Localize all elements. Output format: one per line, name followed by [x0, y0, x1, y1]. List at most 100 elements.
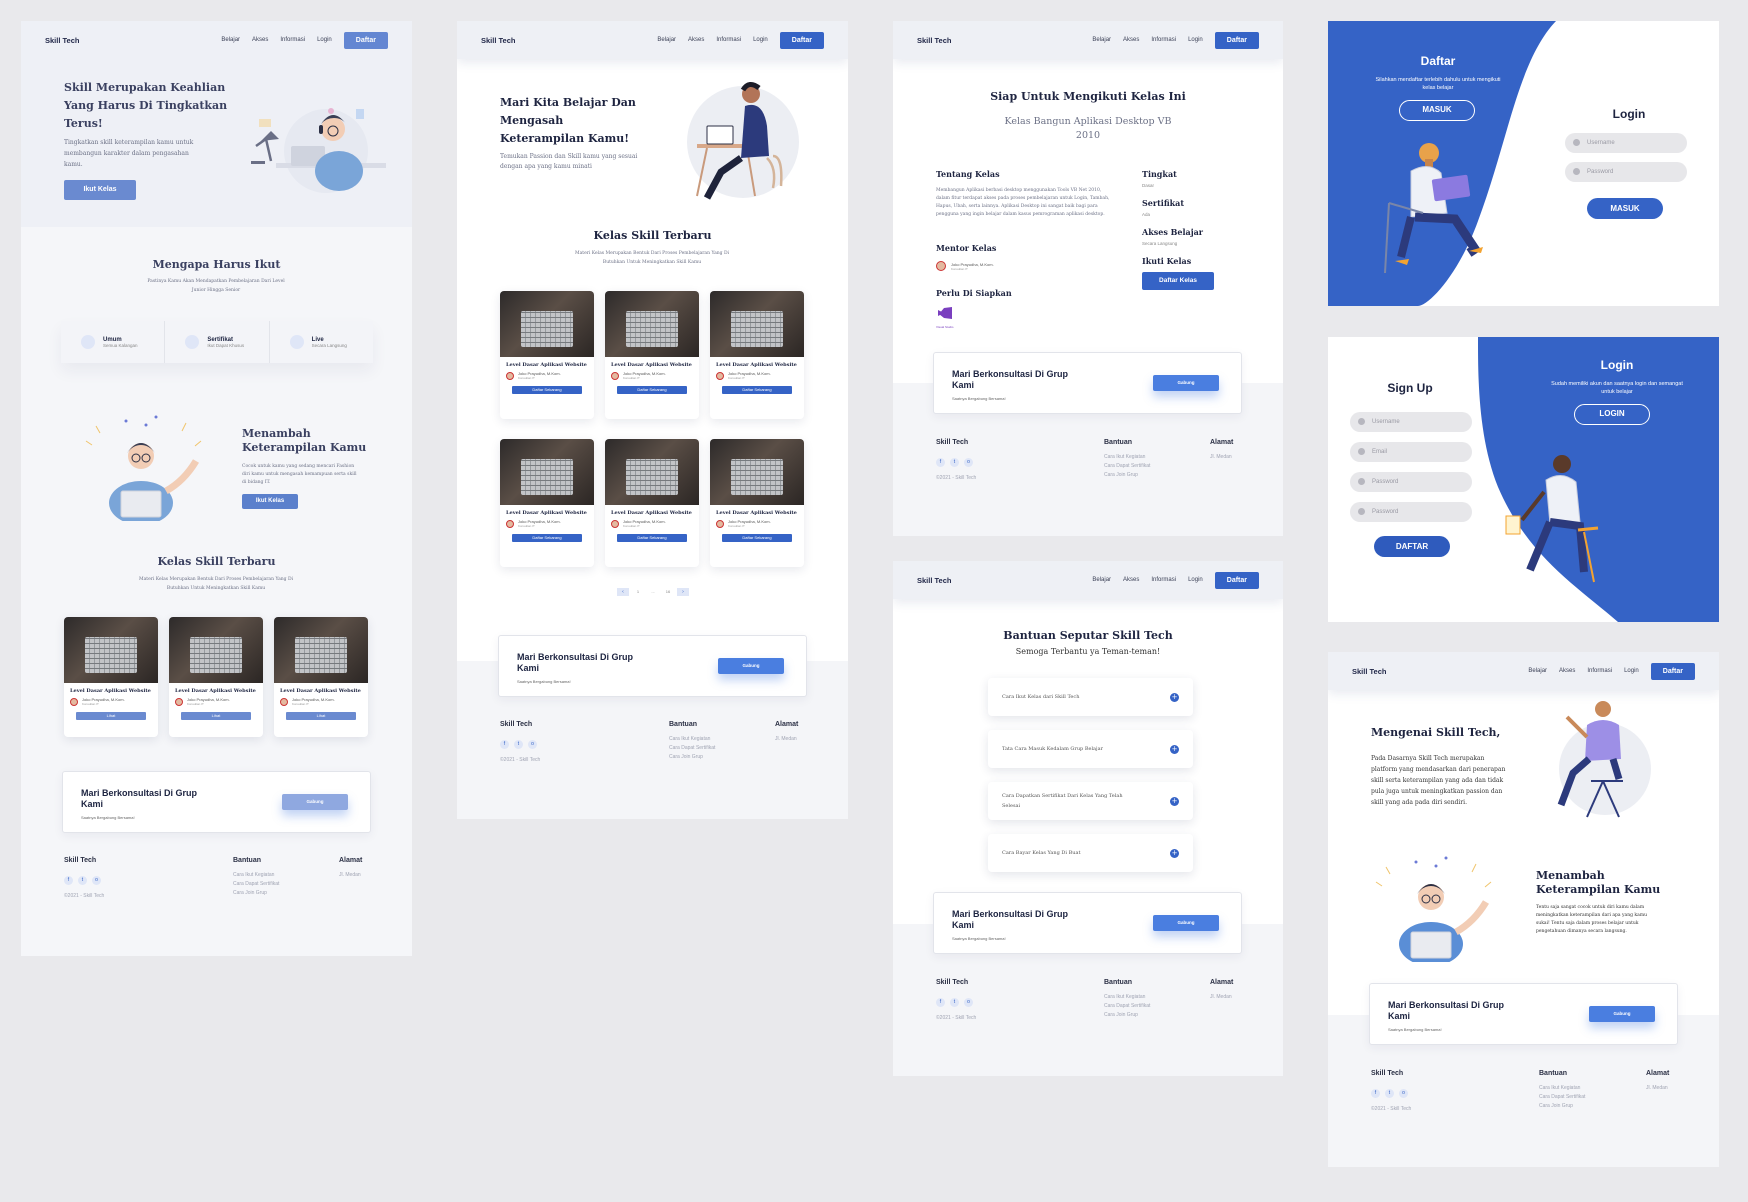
instagram-icon[interactable]: o — [1399, 1089, 1408, 1098]
daftar-sekarang-button[interactable]: Daftar Sekarang — [616, 386, 688, 394]
faq-item[interactable]: Cara Dapatkan Sertifikat Dari Kelas Yang… — [988, 782, 1193, 820]
page-next[interactable]: › — [677, 588, 689, 596]
nav-daftar-button[interactable]: Daftar — [343, 31, 388, 49]
nav-login[interactable]: Login — [1188, 37, 1203, 43]
email-input[interactable]: Email — [1350, 442, 1472, 462]
gabung-button[interactable]: Gabung — [282, 794, 348, 810]
about-text: Membangun Aplikasi berbasi desktop mengg… — [936, 188, 1110, 217]
instagram-icon[interactable]: o — [92, 876, 101, 885]
page-prev[interactable]: ‹ — [617, 588, 629, 596]
twitter-icon[interactable]: t — [950, 458, 959, 467]
nav-akses[interactable]: Akses — [1123, 577, 1139, 583]
course-card[interactable]: Level Dasar Aplikasi Website Joko Prayudh… — [500, 291, 594, 419]
nav-informasi[interactable]: Informasi — [280, 37, 305, 43]
faq-item[interactable]: Cara Bayar Kelas Yang Di Buat + — [988, 834, 1193, 872]
daftar-sekarang-button[interactable]: Daftar Sekarang — [511, 534, 583, 542]
plus-icon[interactable]: + — [1170, 744, 1179, 754]
brand-logo[interactable]: Skill Tech — [917, 36, 951, 45]
nav-belajar[interactable]: Belajar — [1092, 577, 1111, 583]
login-form-title: Login — [1612, 107, 1646, 121]
instagram-icon[interactable]: o — [964, 998, 973, 1007]
twitter-icon[interactable]: t — [950, 998, 959, 1007]
nav-informasi[interactable]: Informasi — [1587, 668, 1612, 674]
nav-belajar[interactable]: Belajar — [221, 37, 240, 43]
daftar-sekarang-button[interactable]: Daftar Sekarang — [616, 534, 688, 542]
confirm-password-input[interactable]: Password — [1350, 502, 1472, 522]
plus-icon[interactable]: + — [1170, 796, 1179, 806]
course-card[interactable]: Level Dasar Aplikasi Website Joko Prayudh… — [500, 439, 594, 567]
course-card[interactable]: Level Dasar Aplikasi Website Joko Prayudh… — [710, 439, 804, 567]
nav-login[interactable]: Login — [317, 37, 332, 43]
course-card[interactable]: Level Dasar Aplikasi Website Joko Prayudh… — [605, 439, 699, 567]
course-card[interactable]: Level Dasar Aplikasi Website Joko Prayud… — [274, 617, 368, 737]
login-outline-button[interactable]: LOGIN — [1574, 404, 1650, 425]
nav-belajar[interactable]: Belajar — [1528, 668, 1547, 674]
lihat-button[interactable]: Lihat — [180, 712, 252, 720]
brand-logo[interactable]: Skill Tech — [45, 36, 79, 45]
skill-text: Tentu saja sangat cocok untuk diri kamu … — [1536, 905, 1648, 934]
course-photo — [64, 617, 158, 683]
brand-logo[interactable]: Skill Tech — [917, 576, 951, 585]
masuk-outline-button[interactable]: MASUK — [1399, 100, 1475, 121]
gabung-button[interactable]: Gabung — [718, 658, 784, 674]
masuk-submit-button[interactable]: MASUK — [1587, 198, 1663, 219]
twitter-icon[interactable]: t — [78, 876, 87, 885]
twitter-icon[interactable]: t — [514, 740, 523, 749]
nav-informasi[interactable]: Informasi — [1151, 577, 1176, 583]
faq-item[interactable]: Cara Ikut Kelas dari Skill Tech + — [988, 678, 1193, 716]
daftar-submit-button[interactable]: DAFTAR — [1374, 536, 1450, 557]
brand-logo[interactable]: Skill Tech — [481, 36, 515, 45]
nav-akses[interactable]: Akses — [252, 37, 268, 43]
password-input[interactable]: Password — [1565, 162, 1687, 182]
daftar-sekarang-button[interactable]: Daftar Sekarang — [721, 534, 793, 542]
username-input[interactable]: Username — [1350, 412, 1472, 432]
facebook-icon[interactable]: f — [936, 458, 945, 467]
lihat-button[interactable]: Lihat — [75, 712, 147, 720]
nav-informasi[interactable]: Informasi — [1151, 37, 1176, 43]
consult-box: Mari Berkonsultasi Di Grup Kami Saatnya … — [933, 892, 1242, 954]
nav-akses[interactable]: Akses — [1559, 668, 1575, 674]
hero-ikut-kelas-button[interactable]: Ikut Kelas — [64, 180, 136, 200]
instagram-icon[interactable]: o — [528, 740, 537, 749]
daftar-sekarang-button[interactable]: Daftar Sekarang — [511, 386, 583, 394]
course-card[interactable]: Level Dasar Aplikasi Website Joko Prayudh… — [710, 291, 804, 419]
nav-daftar-button[interactable]: Daftar — [1214, 31, 1259, 49]
faq-item[interactable]: Tata Cara Masuk Kedalam Grup Belajar + — [988, 730, 1193, 768]
page-1[interactable]: 1 — [632, 588, 644, 596]
page-16[interactable]: 16 — [662, 588, 674, 596]
course-card[interactable]: Level Dasar Aplikasi Website Joko Prayudh… — [605, 291, 699, 419]
brand-logo[interactable]: Skill Tech — [1352, 667, 1386, 676]
nav-login[interactable]: Login — [1188, 577, 1203, 583]
lihat-button[interactable]: Lihat — [285, 712, 357, 720]
plus-icon[interactable]: + — [1170, 848, 1179, 858]
nav-informasi[interactable]: Informasi — [716, 37, 741, 43]
nav-daftar-button[interactable]: Daftar — [1214, 571, 1259, 589]
username-input[interactable]: Username — [1565, 133, 1687, 153]
facebook-icon[interactable]: f — [500, 740, 509, 749]
nav-belajar[interactable]: Belajar — [1092, 37, 1111, 43]
facebook-icon[interactable]: f — [936, 998, 945, 1007]
gabung-button[interactable]: Gabung — [1589, 1006, 1655, 1022]
about-text: Pada Dasarnya Skill Tech merupakan platf… — [1371, 755, 1506, 806]
course-card[interactable]: Level Dasar Aplikasi Website Joko Prayud… — [169, 617, 263, 737]
skill-ikut-kelas-button[interactable]: Ikut Kelas — [242, 494, 298, 509]
nav-belajar[interactable]: Belajar — [657, 37, 676, 43]
gabung-button[interactable]: Gabung — [1153, 915, 1219, 931]
twitter-icon[interactable]: t — [1385, 1089, 1394, 1098]
nav-daftar-button[interactable]: Daftar — [1650, 662, 1695, 680]
daftar-kelas-button[interactable]: Daftar Kelas — [1142, 272, 1214, 290]
nav-akses[interactable]: Akses — [688, 37, 704, 43]
facebook-icon[interactable]: f — [64, 876, 73, 885]
password-input[interactable]: Password — [1350, 472, 1472, 492]
nav-login[interactable]: Login — [753, 37, 768, 43]
plus-icon[interactable]: + — [1170, 692, 1179, 702]
nav-daftar-button[interactable]: Daftar — [779, 31, 824, 49]
daftar-sekarang-button[interactable]: Daftar Sekarang — [721, 386, 793, 394]
instagram-icon[interactable]: o — [964, 458, 973, 467]
gabung-button[interactable]: Gabung — [1153, 375, 1219, 391]
facebook-icon[interactable]: f — [1371, 1089, 1380, 1098]
course-card[interactable]: Level Dasar Aplikasi Website Joko Prayud… — [64, 617, 158, 737]
nav-login[interactable]: Login — [1624, 668, 1639, 674]
catalog-page: Skill Tech Belajar Akses Informasi Login… — [457, 21, 848, 819]
nav-akses[interactable]: Akses — [1123, 37, 1139, 43]
